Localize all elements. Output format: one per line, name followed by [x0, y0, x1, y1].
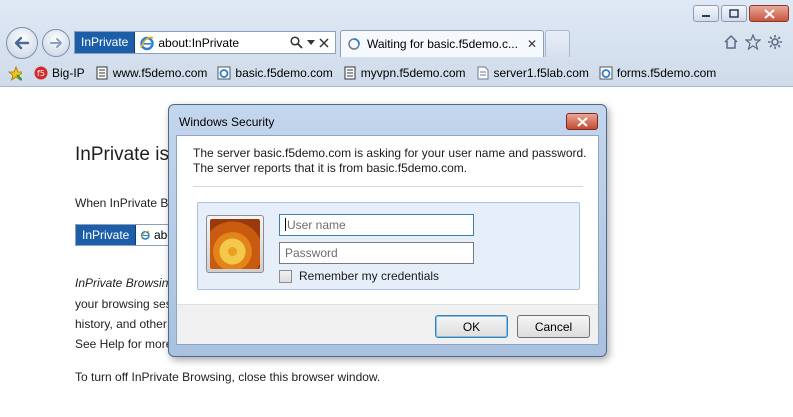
dialog-close-button[interactable] — [566, 113, 598, 130]
browser-chrome: InPrivate about:InPrivate Waiting for ba… — [0, 0, 793, 87]
remember-credentials-row[interactable]: Remember my credentials — [279, 269, 439, 283]
dialog-body: The server basic.f5demo.com is asking fo… — [176, 135, 599, 345]
favorites-bar: f5 Big-IP www.f5demo.com basic.f5demo.co… — [0, 62, 793, 84]
new-tab-button[interactable] — [545, 30, 570, 57]
password-field[interactable]: Password — [279, 242, 474, 264]
page-title: InPrivate is — [75, 144, 169, 165]
page-paragraph: history, and other — [75, 317, 167, 331]
close-icon — [763, 8, 775, 19]
ie-logo-icon — [141, 230, 151, 240]
remember-label: Remember my credentials — [299, 269, 440, 283]
inprivate-badge: InPrivate — [75, 32, 136, 53]
forward-button[interactable] — [42, 29, 70, 57]
dialog-message: The server basic.f5demo.com is asking fo… — [193, 146, 587, 160]
dialog-message: The server reports that it is from basic… — [193, 161, 468, 175]
tab-close-button[interactable]: ✕ — [527, 37, 537, 51]
tab-title: Waiting for basic.f5demo.c... — [367, 37, 518, 51]
favorite-link-server1[interactable]: server1.f5lab.com — [476, 66, 589, 80]
right-toolbar — [723, 34, 783, 50]
svg-text:f5: f5 — [37, 69, 45, 78]
loading-icon — [348, 38, 360, 50]
home-icon[interactable] — [723, 34, 739, 50]
inprivate-badge: InPrivate — [76, 225, 137, 245]
back-arrow-icon — [14, 36, 30, 50]
chevron-down-icon[interactable] — [307, 39, 315, 46]
cancel-button[interactable]: Cancel — [517, 315, 590, 338]
address-bar[interactable]: InPrivate about:InPrivate — [74, 31, 336, 54]
inprivate-sample-bar: InPrivate abo — [75, 224, 175, 246]
page-paragraph: See Help for more — [75, 337, 173, 351]
page-footer-text: To turn off InPrivate Browsing, close th… — [75, 370, 381, 384]
close-window-button[interactable] — [749, 5, 789, 22]
tab-active[interactable]: Waiting for basic.f5demo.c... ✕ — [340, 30, 544, 57]
favorite-label: Big-IP — [52, 66, 85, 80]
dialog-title: Windows Security — [179, 115, 275, 129]
ie-logo-icon — [140, 36, 155, 50]
page-icon — [95, 66, 109, 80]
close-icon[interactable] — [319, 37, 329, 48]
favorites-star-icon[interactable] — [745, 34, 761, 50]
favorite-label: basic.f5demo.com — [235, 66, 333, 80]
text-caret — [285, 218, 286, 231]
favorite-link-www[interactable]: www.f5demo.com — [95, 66, 208, 80]
ie-page-icon — [599, 66, 613, 80]
dialog-footer: OK Cancel — [177, 304, 598, 344]
favorite-label: forms.f5demo.com — [616, 66, 717, 80]
search-icon[interactable] — [290, 36, 303, 49]
window-controls — [693, 5, 789, 22]
page-paragraph: your browsing ses — [75, 297, 172, 311]
user-tile-avatar — [206, 215, 264, 273]
page-icon — [343, 66, 357, 80]
credential-panel: User name Password Remember my credentia… — [197, 202, 580, 290]
favorites-star-icon[interactable] — [8, 65, 22, 81]
address-tools — [290, 36, 335, 49]
address-text[interactable]: about:InPrivate — [158, 36, 290, 50]
divider — [193, 186, 583, 187]
favorite-label: server1.f5lab.com — [493, 66, 589, 80]
gear-icon[interactable] — [767, 34, 783, 50]
favorite-link-forms[interactable]: forms.f5demo.com — [599, 66, 716, 80]
username-placeholder: User name — [287, 218, 346, 232]
favorite-label: myvpn.f5demo.com — [360, 66, 466, 80]
back-button[interactable] — [6, 27, 38, 59]
flower-picture-icon — [210, 219, 260, 269]
forward-arrow-icon — [50, 38, 62, 48]
minimize-button[interactable] — [693, 5, 719, 22]
favorite-label: www.f5demo.com — [112, 66, 208, 80]
close-icon — [576, 116, 588, 127]
page-paragraph: InPrivate Browsing — [75, 276, 176, 290]
favorite-link-basic[interactable]: basic.f5demo.com — [217, 66, 333, 80]
ie-page-icon — [217, 66, 231, 80]
ok-button[interactable]: OK — [435, 315, 508, 338]
password-placeholder: Password — [285, 246, 338, 260]
favorite-link-myvpn[interactable]: myvpn.f5demo.com — [343, 66, 466, 80]
f5-icon: f5 — [34, 66, 48, 80]
minimize-icon — [702, 14, 710, 17]
maximize-icon — [729, 9, 739, 18]
favorite-link-big-ip[interactable]: f5 Big-IP — [34, 66, 85, 80]
page-paragraph: When InPrivate Br — [75, 196, 173, 210]
username-field[interactable]: User name — [279, 214, 474, 236]
remember-checkbox[interactable] — [279, 269, 292, 283]
windows-security-dialog: Windows Security The server basic.f5demo… — [168, 104, 607, 357]
maximize-button[interactable] — [721, 5, 747, 22]
doc-icon — [476, 66, 490, 80]
